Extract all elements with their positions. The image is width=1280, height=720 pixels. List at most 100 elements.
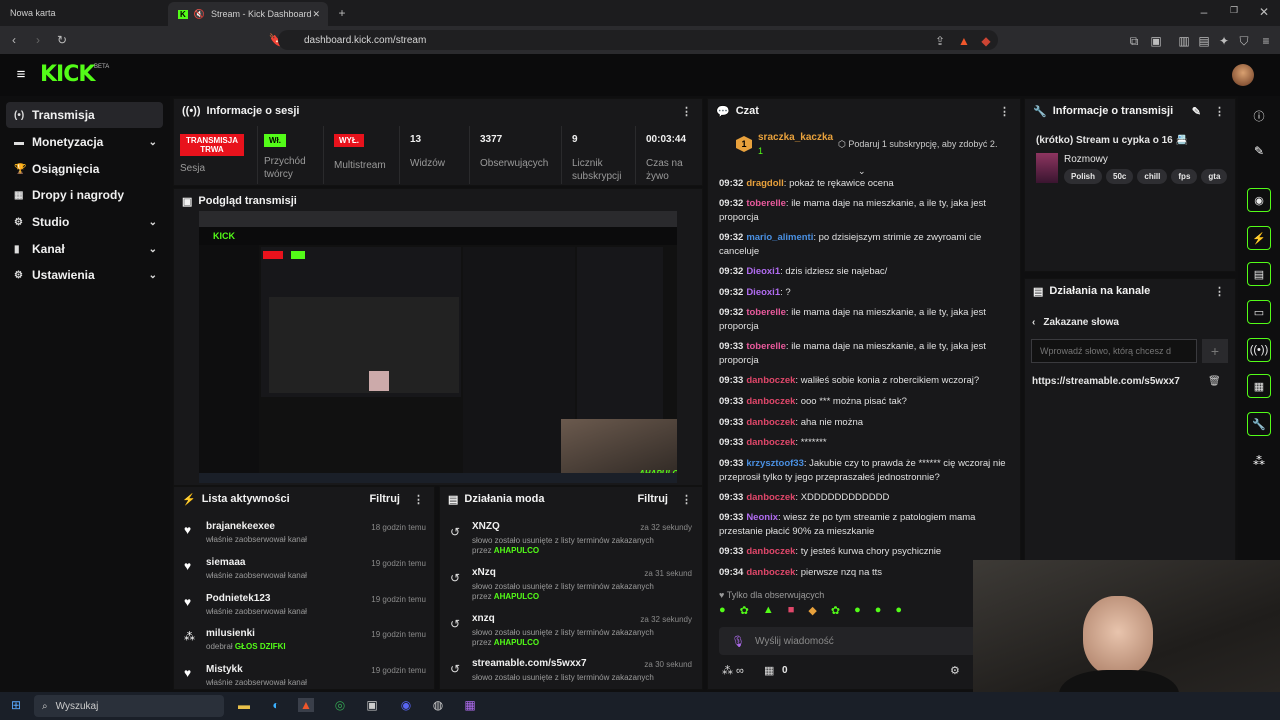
brave-rewards-icon[interactable]: ◆ (980, 34, 992, 48)
window-close-icon[interactable]: ✕ (1256, 5, 1272, 19)
menu-icon[interactable]: ≡ (1260, 34, 1272, 48)
camera-icon[interactable]: ◉ (1247, 188, 1271, 212)
tag[interactable]: 50c (1106, 169, 1134, 184)
bolt-icon[interactable]: ⚡ (1247, 226, 1271, 250)
points-icon[interactable]: ⁂ (1250, 454, 1268, 468)
list-item[interactable]: ↺ XNZQ słowo zostało usunięte z listy te… (448, 521, 698, 565)
sidebar-toggle-icon[interactable]: ▥ (1178, 34, 1190, 48)
sidebar-item-transmisja[interactable]: (•) Transmisja (6, 102, 163, 128)
edit-pencil-icon[interactable]: ✎ (1192, 105, 1201, 118)
server-icon[interactable]: ▦ (1247, 374, 1271, 398)
filter-button[interactable]: Filtruj (369, 493, 400, 505)
hamburger-icon[interactable]: ≡ (12, 66, 30, 83)
chat-username[interactable]: toberelle (746, 307, 786, 318)
trash-icon[interactable]: 🗑 (1208, 376, 1221, 387)
minimize-icon[interactable]: – (1196, 5, 1212, 19)
points-icon[interactable]: ⁂ ∞ (722, 664, 744, 677)
chat-username[interactable]: danboczek (746, 417, 795, 428)
obs-icon[interactable]: ◍ (430, 698, 446, 712)
list-item[interactable]: ⁂ milusienki odebrał GŁOS DZIFKI 19 godzi… (182, 628, 432, 662)
chat-username[interactable]: Dieoxi1 (746, 266, 780, 277)
emote-icon[interactable]: ✿ (831, 604, 840, 622)
tab-new[interactable]: Nowa karta (0, 0, 165, 26)
add-word-button[interactable]: + (1202, 339, 1228, 363)
kebab-menu-icon[interactable]: ⋮ (681, 493, 692, 506)
extensions-icon[interactable]: ⧉ (1128, 34, 1140, 49)
back-to-section[interactable]: ‹ Zakazane słowa (1032, 317, 1119, 328)
chat-username[interactable]: danboczek (746, 375, 795, 386)
close-icon[interactable]: ✕ (312, 9, 320, 20)
sidebar-item-kanal[interactable]: ▮ Kanał ⌄ (6, 236, 163, 262)
broadcast-icon[interactable]: ((•)) (1247, 338, 1271, 362)
emote-icon[interactable]: ● (895, 604, 902, 622)
emote-icon[interactable]: ● (875, 604, 882, 622)
banned-word-input[interactable] (1031, 339, 1197, 363)
wrench-icon[interactable]: 🔧 (1247, 412, 1271, 436)
kebab-menu-icon[interactable]: ⋮ (413, 493, 424, 506)
chat-username[interactable]: Neonix (746, 512, 778, 523)
kick-logo[interactable]: KICK (40, 62, 95, 87)
emote-icon[interactable]: ▲ (763, 604, 774, 622)
sidebar-item-monetyzacja[interactable]: ▬ Monetyzacja ⌄ (6, 129, 163, 155)
document-icon[interactable]: ▤ (1247, 262, 1271, 286)
chrome-icon[interactable]: ◎ (332, 698, 348, 712)
chat-username[interactable]: dragdoll (746, 178, 783, 189)
kebab-menu-icon[interactable]: ⋮ (999, 105, 1010, 118)
stream-preview-video[interactable]: KICK AHAPULCO (199, 211, 677, 483)
chat-username[interactable]: Dieoxi1 (746, 287, 780, 298)
chat-username[interactable]: krzysztoof33 (746, 458, 804, 469)
kebab-menu-icon[interactable]: ⋮ (1214, 105, 1225, 118)
list-item[interactable]: ♥ siemaaa właśnie zaobserwował kanał 19 g… (182, 557, 432, 591)
chat-input[interactable]: 🎙 Wyślij wiadomość (719, 627, 1009, 655)
list-item[interactable]: ↺ streamable.com/s5wxx7 słowo zostało us… (448, 658, 698, 688)
chat-settings-gear-icon[interactable]: ⚙ (950, 664, 960, 677)
chat-username[interactable]: danboczek (746, 546, 795, 557)
collapse-pinned-icon[interactable]: ⌄ (858, 166, 866, 177)
chat-username[interactable]: toberelle (746, 341, 786, 352)
windows-start-icon[interactable]: ⊞ (8, 698, 24, 712)
tag[interactable]: Polish (1064, 169, 1103, 184)
category-name[interactable]: Rozmowy (1064, 154, 1108, 165)
gift-prompt[interactable]: ⬡ Podaruj 1 subskrypcję, aby zdobyć 2. (838, 139, 997, 150)
sidebar-item-studio[interactable]: ⚙ Studio ⌄ (6, 209, 163, 235)
screenshot-icon[interactable]: ▣ (1150, 34, 1162, 48)
chat-username[interactable]: danboczek (746, 396, 795, 407)
chat-username[interactable]: toberelle (746, 198, 786, 209)
maximize-icon[interactable]: ❐ (1226, 5, 1242, 16)
brave-icon[interactable]: ▲ (298, 698, 314, 712)
avatar[interactable] (1232, 64, 1254, 86)
emote-icon[interactable]: ● (719, 604, 726, 622)
kebab-menu-icon[interactable]: ⋮ (681, 105, 692, 118)
chat-username[interactable]: danboczek (746, 437, 795, 448)
list-item[interactable]: ♥ Podnietek123 właśnie zaobserwował kanał… (182, 593, 432, 627)
app-icon[interactable]: ▦ (462, 698, 478, 712)
url-field[interactable]: dashboard.kick.com/stream (278, 30, 998, 50)
leo-icon[interactable]: ✦ (1218, 34, 1230, 48)
list-item[interactable]: ↺ xNzq słowo zostało usunięte z listy te… (448, 567, 698, 611)
sidebar-item-dropy[interactable]: ▦ Dropy i nagrody (6, 182, 163, 208)
list-item[interactable]: ♥ brajanekeexee właśnie zaobserwował kana… (182, 521, 432, 555)
kebab-menu-icon[interactable]: ⋮ (1214, 285, 1225, 298)
new-tab-icon[interactable]: + (334, 5, 350, 21)
file-explorer-icon[interactable]: ▬ (236, 698, 252, 712)
tag[interactable]: gta (1201, 169, 1228, 184)
sidebar-item-osiagniecia[interactable]: 🏆 Osiągnięcia (6, 156, 163, 182)
info-icon[interactable]: ⓘ (1250, 108, 1268, 124)
list-item[interactable]: ♥ Mistykk właśnie zaobserwował kanał 19 g… (182, 664, 432, 688)
brave-shield-icon[interactable]: ▲ (958, 34, 970, 48)
tag[interactable]: chill (1137, 169, 1168, 184)
sidebar-item-ustawienia[interactable]: ⚙ Ustawienia ⌄ (6, 262, 163, 288)
chat-username[interactable]: mario_alimenti (746, 232, 813, 243)
forward-icon[interactable]: › (30, 33, 46, 47)
emote-icon[interactable]: ◆ (808, 604, 816, 622)
emote-icon[interactable]: ● (854, 604, 861, 622)
discord-icon[interactable]: ◉ (398, 698, 414, 712)
reload-icon[interactable]: ↻ (54, 33, 70, 47)
share-icon[interactable]: ⇪ (934, 34, 946, 48)
wallet-icon[interactable]: ▤ (1198, 34, 1210, 48)
tag[interactable]: fps (1171, 169, 1198, 184)
chat-username[interactable]: danboczek (746, 567, 795, 578)
emote-icon[interactable]: ■ (788, 604, 795, 622)
top-gifter-username[interactable]: sraczka_kaczka (758, 132, 833, 143)
back-icon[interactable]: ‹ (6, 33, 22, 47)
